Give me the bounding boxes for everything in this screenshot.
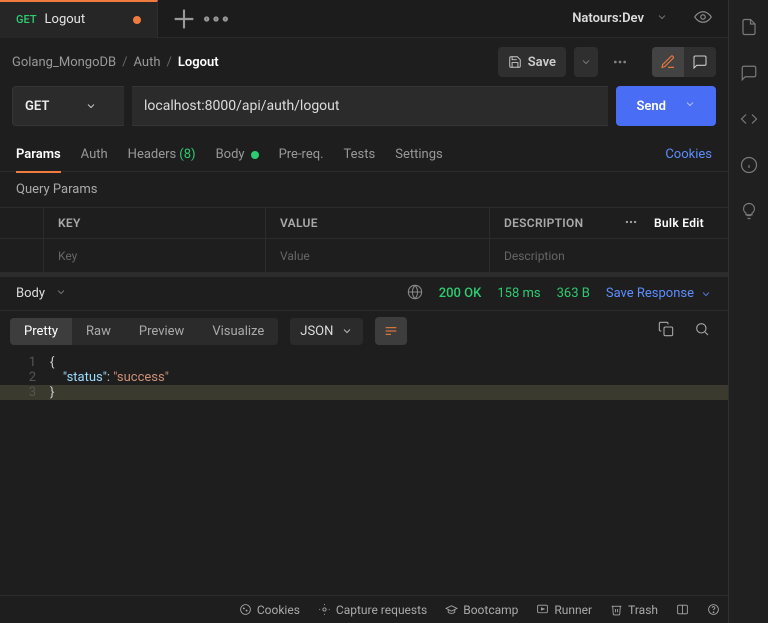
key-input[interactable]: Key	[44, 239, 266, 272]
url-text: localhost:8000/api/auth/logout	[144, 98, 339, 114]
breadcrumb-row: Golang_MongoDB / Auth / Logout Save	[0, 38, 728, 86]
footer-runner[interactable]: Runner	[536, 603, 592, 617]
documentation-icon[interactable]	[740, 18, 758, 36]
desc-input[interactable]: Description	[490, 239, 728, 272]
tab-prereq[interactable]: Pre-req.	[279, 138, 324, 172]
send-button-label: Send	[636, 99, 666, 114]
footer-capture[interactable]: Capture requests	[318, 603, 427, 617]
response-view-toolbar: Pretty Raw Preview Visualize JSON	[0, 311, 728, 351]
chevron-down-icon	[341, 325, 353, 337]
response-time: 158 ms	[497, 286, 540, 301]
tab-auth[interactable]: Auth	[81, 138, 108, 172]
save-icon	[508, 55, 522, 69]
value-input[interactable]: Value	[266, 239, 490, 272]
col-key: KEY	[44, 208, 266, 238]
breadcrumb-separator: /	[167, 55, 172, 70]
tab-settings[interactable]: Settings	[395, 138, 442, 172]
view-pretty-button[interactable]: Pretty	[10, 318, 72, 345]
body-indicator-icon	[251, 151, 259, 159]
environment-quicklook-button[interactable]	[682, 8, 724, 30]
environment-selector[interactable]: Natours:Dev	[560, 11, 656, 26]
tab-tests[interactable]: Tests	[344, 138, 376, 172]
view-raw-button[interactable]: Raw	[72, 318, 125, 345]
url-input[interactable]: localhost:8000/api/auth/logout	[132, 86, 608, 126]
code-icon[interactable]	[740, 110, 758, 128]
chevron-down-icon	[85, 100, 97, 112]
network-icon[interactable]	[407, 284, 423, 304]
request-subtabs: Params Auth Headers(8) Body Pre-req. Tes…	[0, 138, 728, 172]
query-params-title: Query Params	[0, 172, 728, 207]
info-icon[interactable]	[740, 156, 758, 174]
bulb-icon[interactable]	[740, 202, 758, 220]
tab-bar: GET Logout Natours:Dev	[0, 0, 728, 38]
save-response-button[interactable]: Save Response	[606, 286, 712, 301]
copy-response-button[interactable]	[658, 321, 674, 341]
response-tab-body[interactable]: Body	[16, 286, 67, 302]
status-bar: Cookies Capture requests Bootcamp Runner…	[0, 595, 728, 623]
table-options-button[interactable]	[624, 215, 638, 232]
cookies-link[interactable]: Cookies	[665, 147, 712, 162]
footer-bootcamp[interactable]: Bootcamp	[445, 603, 518, 617]
build-mode-button[interactable]	[652, 47, 684, 77]
save-options-button[interactable]	[574, 47, 598, 77]
table-row[interactable]: Key Value Description	[0, 239, 728, 273]
response-body[interactable]: 1{2 "status": "success"3}	[0, 351, 728, 595]
footer-cookies[interactable]: Cookies	[239, 603, 300, 617]
chevron-down-icon	[55, 286, 67, 302]
chevron-down-icon[interactable]	[684, 98, 696, 114]
comments-icon[interactable]	[740, 64, 758, 82]
view-visualize-button[interactable]: Visualize	[198, 318, 278, 345]
chevron-down-icon	[700, 288, 712, 300]
footer-panes-button[interactable]	[676, 603, 689, 616]
response-size: 363 B	[557, 286, 590, 301]
save-button[interactable]: Save	[498, 47, 566, 77]
save-button-label: Save	[528, 55, 556, 70]
tab-body[interactable]: Body	[216, 138, 259, 172]
footer-help-button[interactable]	[707, 603, 720, 616]
response-format-select[interactable]: JSON	[290, 318, 363, 345]
breadcrumb-folder[interactable]: Auth	[134, 55, 161, 70]
comment-mode-button[interactable]	[684, 47, 716, 77]
send-button[interactable]: Send	[616, 86, 716, 126]
breadcrumb-request: Logout	[178, 55, 219, 70]
http-method-label: GET	[25, 99, 49, 114]
breadcrumb-workspace[interactable]: Golang_MongoDB	[12, 55, 116, 70]
tab-method-badge: GET	[16, 13, 37, 26]
response-header-bar: Body 200 OK 158 ms 363 B Save Response	[0, 273, 728, 311]
breadcrumb-separator: /	[122, 55, 127, 70]
tab-title: Logout	[45, 12, 86, 27]
http-method-select[interactable]: GET	[12, 86, 124, 126]
response-status: 200 OK	[439, 286, 482, 301]
tab-request[interactable]: GET Logout	[0, 0, 158, 38]
mode-toggle-group	[652, 47, 716, 77]
right-sidebar	[728, 0, 768, 623]
wrap-lines-button[interactable]	[375, 317, 407, 345]
tab-params[interactable]: Params	[16, 138, 61, 172]
new-tab-button[interactable]	[168, 3, 200, 35]
tab-overflow-button[interactable]	[200, 3, 232, 35]
query-params-table: KEY VALUE DESCRIPTION Bulk Edit Key Valu…	[0, 207, 728, 273]
request-more-button[interactable]	[606, 54, 634, 70]
view-preview-button[interactable]: Preview	[125, 318, 198, 345]
unsaved-dot-icon	[133, 16, 141, 24]
chevron-down-icon[interactable]	[656, 11, 668, 27]
bulk-edit-button[interactable]: Bulk Edit	[654, 216, 704, 230]
search-response-button[interactable]	[694, 321, 710, 341]
tab-headers[interactable]: Headers(8)	[128, 138, 196, 172]
footer-trash[interactable]: Trash	[610, 603, 658, 617]
col-value: VALUE	[266, 208, 490, 238]
col-desc: DESCRIPTION Bulk Edit	[490, 208, 728, 238]
